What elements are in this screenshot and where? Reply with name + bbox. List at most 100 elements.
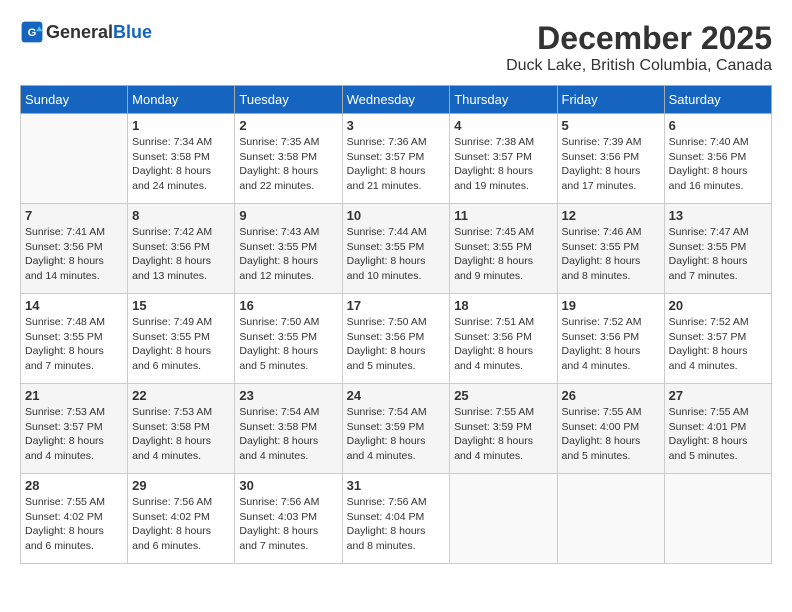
day-info: Sunrise: 7:55 AMSunset: 4:02 PMDaylight:… [25, 495, 123, 554]
day-info: Sunrise: 7:47 AMSunset: 3:55 PMDaylight:… [669, 225, 767, 284]
calendar-cell: 2 Sunrise: 7:35 AMSunset: 3:58 PMDaylight… [235, 114, 342, 204]
day-number: 17 [347, 298, 446, 313]
calendar-cell: 15Sunrise: 7:49 AMSunset: 3:55 PMDayligh… [128, 294, 235, 384]
title-section: December 2025 Duck Lake, British Columbi… [506, 20, 772, 75]
day-number: 10 [347, 208, 446, 223]
day-info: Sunrise: 7:48 AMSunset: 3:55 PMDaylight:… [25, 315, 123, 374]
day-info: Sunrise: 7:38 AMSunset: 3:57 PMDaylight:… [454, 135, 552, 194]
day-number: 13 [669, 208, 767, 223]
day-info: Sunrise: 7:34 AMSunset: 3:58 PMDaylight:… [132, 135, 230, 194]
calendar-header-saturday: Saturday [664, 86, 771, 114]
calendar-header-thursday: Thursday [450, 86, 557, 114]
calendar-cell: 23Sunrise: 7:54 AMSunset: 3:58 PMDayligh… [235, 384, 342, 474]
day-number: 2 [239, 118, 337, 133]
day-info: Sunrise: 7:39 AMSunset: 3:56 PMDaylight:… [562, 135, 660, 194]
day-number: 30 [239, 478, 337, 493]
calendar-cell: 6 Sunrise: 7:40 AMSunset: 3:56 PMDaylight… [664, 114, 771, 204]
day-number: 29 [132, 478, 230, 493]
day-number: 9 [239, 208, 337, 223]
calendar-cell: 1 Sunrise: 7:34 AMSunset: 3:58 PMDaylight… [128, 114, 235, 204]
calendar-cell: 4 Sunrise: 7:38 AMSunset: 3:57 PMDaylight… [450, 114, 557, 204]
day-number: 4 [454, 118, 552, 133]
day-number: 27 [669, 388, 767, 403]
calendar-cell [450, 474, 557, 564]
calendar-cell: 26Sunrise: 7:55 AMSunset: 4:00 PMDayligh… [557, 384, 664, 474]
calendar-week-row: 28 Sunrise: 7:55 AMSunset: 4:02 PMDayligh… [21, 474, 772, 564]
day-info: Sunrise: 7:56 AMSunset: 4:03 PMDaylight:… [239, 495, 337, 554]
calendar-table: SundayMondayTuesdayWednesdayThursdayFrid… [20, 85, 772, 564]
day-info: Sunrise: 7:40 AMSunset: 3:56 PMDaylight:… [669, 135, 767, 194]
day-info: Sunrise: 7:50 AMSunset: 3:55 PMDaylight:… [239, 315, 337, 374]
day-number: 24 [347, 388, 446, 403]
calendar-cell [557, 474, 664, 564]
calendar-week-row: 1 Sunrise: 7:34 AMSunset: 3:58 PMDaylight… [21, 114, 772, 204]
calendar-header-row: SundayMondayTuesdayWednesdayThursdayFrid… [21, 86, 772, 114]
day-number: 20 [669, 298, 767, 313]
day-number: 18 [454, 298, 552, 313]
calendar-cell: 3 Sunrise: 7:36 AMSunset: 3:57 PMDaylight… [342, 114, 450, 204]
day-info: Sunrise: 7:42 AMSunset: 3:56 PMDaylight:… [132, 225, 230, 284]
calendar-cell: 20 Sunrise: 7:52 AMSunset: 3:57 PMDayligh… [664, 294, 771, 384]
logo-blue-text: Blue [113, 22, 152, 43]
calendar-cell: 25 Sunrise: 7:55 AMSunset: 3:59 PMDayligh… [450, 384, 557, 474]
day-info: Sunrise: 7:55 AMSunset: 3:59 PMDaylight:… [454, 405, 552, 464]
day-info: Sunrise: 7:49 AMSunset: 3:55 PMDaylight:… [132, 315, 230, 374]
day-info: Sunrise: 7:53 AMSunset: 3:58 PMDaylight:… [132, 405, 230, 464]
day-info: Sunrise: 7:46 AMSunset: 3:55 PMDaylight:… [562, 225, 660, 284]
day-number: 6 [669, 118, 767, 133]
calendar-week-row: 14Sunrise: 7:48 AMSunset: 3:55 PMDayligh… [21, 294, 772, 384]
calendar-cell: 16Sunrise: 7:50 AMSunset: 3:55 PMDayligh… [235, 294, 342, 384]
day-info: Sunrise: 7:36 AMSunset: 3:57 PMDaylight:… [347, 135, 446, 194]
calendar-week-row: 21Sunrise: 7:53 AMSunset: 3:57 PMDayligh… [21, 384, 772, 474]
calendar-cell: 21Sunrise: 7:53 AMSunset: 3:57 PMDayligh… [21, 384, 128, 474]
day-info: Sunrise: 7:54 AMSunset: 3:59 PMDaylight:… [347, 405, 446, 464]
day-number: 25 [454, 388, 552, 403]
day-number: 1 [132, 118, 230, 133]
calendar-cell: 13 Sunrise: 7:47 AMSunset: 3:55 PMDayligh… [664, 204, 771, 294]
day-number: 8 [132, 208, 230, 223]
day-info: Sunrise: 7:55 AMSunset: 4:01 PMDaylight:… [669, 405, 767, 464]
day-number: 31 [347, 478, 446, 493]
day-number: 11 [454, 208, 552, 223]
day-info: Sunrise: 7:52 AMSunset: 3:57 PMDaylight:… [669, 315, 767, 374]
calendar-header-wednesday: Wednesday [342, 86, 450, 114]
calendar-header-sunday: Sunday [21, 86, 128, 114]
calendar-cell: 5 Sunrise: 7:39 AMSunset: 3:56 PMDaylight… [557, 114, 664, 204]
calendar-cell: 11 Sunrise: 7:45 AMSunset: 3:55 PMDayligh… [450, 204, 557, 294]
page-header: G GeneralBlue December 2025 Duck Lake, B… [20, 20, 772, 75]
day-info: Sunrise: 7:41 AMSunset: 3:56 PMDaylight:… [25, 225, 123, 284]
day-number: 7 [25, 208, 123, 223]
logo: G GeneralBlue [20, 20, 152, 44]
calendar-cell: 29 Sunrise: 7:56 AMSunset: 4:02 PMDayligh… [128, 474, 235, 564]
calendar-cell: 24 Sunrise: 7:54 AMSunset: 3:59 PMDayligh… [342, 384, 450, 474]
day-info: Sunrise: 7:56 AMSunset: 4:04 PMDaylight:… [347, 495, 446, 554]
calendar-cell: 10Sunrise: 7:44 AMSunset: 3:55 PMDayligh… [342, 204, 450, 294]
day-info: Sunrise: 7:55 AMSunset: 4:00 PMDaylight:… [562, 405, 660, 464]
calendar-cell [21, 114, 128, 204]
calendar-cell [664, 474, 771, 564]
day-number: 5 [562, 118, 660, 133]
day-info: Sunrise: 7:56 AMSunset: 4:02 PMDaylight:… [132, 495, 230, 554]
day-info: Sunrise: 7:53 AMSunset: 3:57 PMDaylight:… [25, 405, 123, 464]
calendar-title: December 2025 [506, 20, 772, 57]
day-info: Sunrise: 7:50 AMSunset: 3:56 PMDaylight:… [347, 315, 446, 374]
calendar-cell: 7 Sunrise: 7:41 AMSunset: 3:56 PMDaylight… [21, 204, 128, 294]
calendar-cell: 9 Sunrise: 7:43 AMSunset: 3:55 PMDaylight… [235, 204, 342, 294]
day-number: 19 [562, 298, 660, 313]
logo-general-text: General [46, 22, 113, 43]
day-info: Sunrise: 7:35 AMSunset: 3:58 PMDaylight:… [239, 135, 337, 194]
calendar-cell: 31 Sunrise: 7:56 AMSunset: 4:04 PMDayligh… [342, 474, 450, 564]
day-number: 3 [347, 118, 446, 133]
day-info: Sunrise: 7:43 AMSunset: 3:55 PMDaylight:… [239, 225, 337, 284]
day-number: 22 [132, 388, 230, 403]
day-info: Sunrise: 7:52 AMSunset: 3:56 PMDaylight:… [562, 315, 660, 374]
day-info: Sunrise: 7:45 AMSunset: 3:55 PMDaylight:… [454, 225, 552, 284]
calendar-cell: 30 Sunrise: 7:56 AMSunset: 4:03 PMDayligh… [235, 474, 342, 564]
calendar-cell: 18Sunrise: 7:51 AMSunset: 3:56 PMDayligh… [450, 294, 557, 384]
calendar-cell: 17 Sunrise: 7:50 AMSunset: 3:56 PMDayligh… [342, 294, 450, 384]
calendar-cell: 22 Sunrise: 7:53 AMSunset: 3:58 PMDayligh… [128, 384, 235, 474]
calendar-cell: 12 Sunrise: 7:46 AMSunset: 3:55 PMDayligh… [557, 204, 664, 294]
calendar-header-tuesday: Tuesday [235, 86, 342, 114]
day-number: 28 [25, 478, 123, 493]
day-number: 12 [562, 208, 660, 223]
